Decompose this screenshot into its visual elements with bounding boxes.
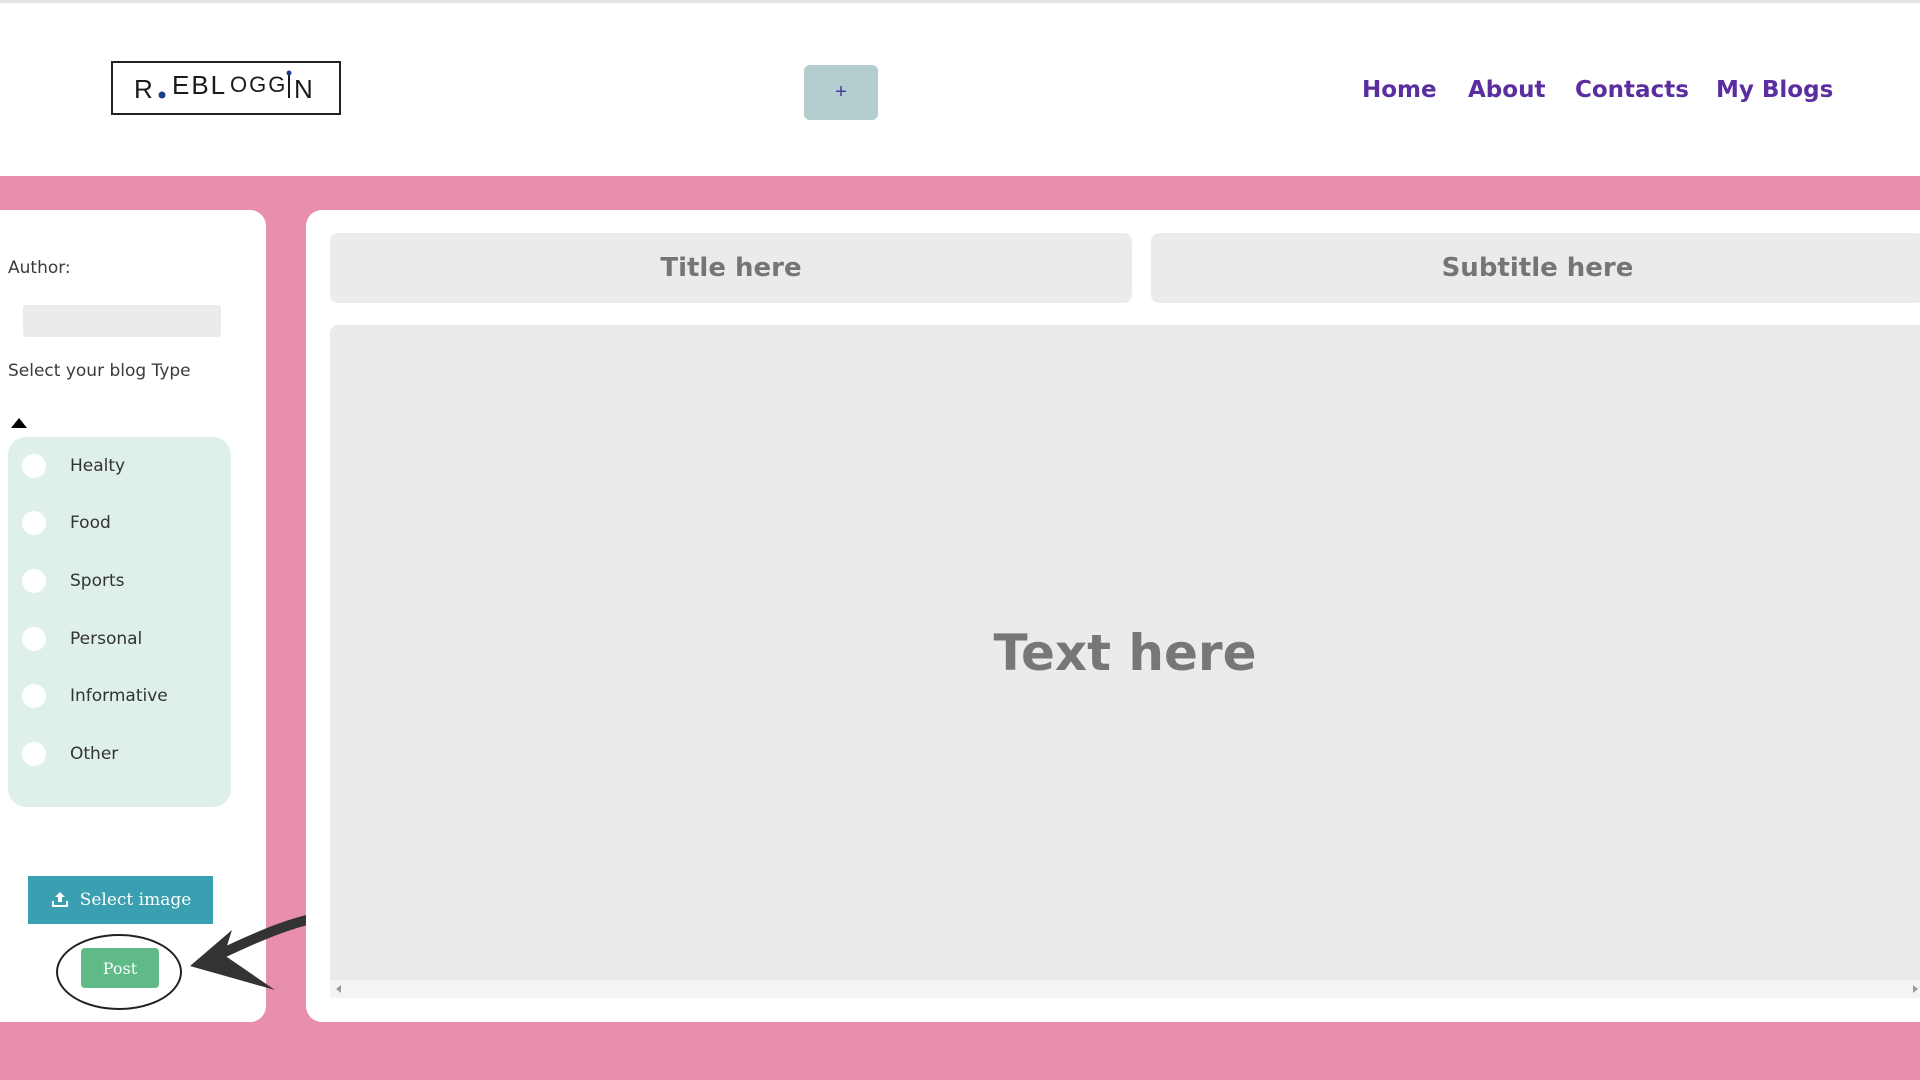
nav-about[interactable]: About (1468, 77, 1545, 103)
radio-button[interactable] (22, 742, 46, 766)
blog-type-label-informative: Informative (70, 686, 168, 706)
text-placeholder: Text here (993, 623, 1257, 682)
chevron-up-icon[interactable] (11, 418, 27, 428)
blog-type-label-sports: Sports (70, 571, 125, 591)
blog-type-option[interactable]: Informative (22, 681, 222, 711)
blog-type-label-healty: Healty (70, 456, 126, 476)
nav-contacts[interactable]: Contacts (1575, 77, 1689, 103)
radio-button[interactable] (22, 684, 46, 708)
blog-type-option[interactable]: Sports (22, 566, 222, 596)
blog-type-label: Select your blog Type (8, 361, 191, 381)
text-editor[interactable]: Text here (330, 325, 1920, 980)
radio-button[interactable] (22, 454, 46, 478)
scroll-right-icon[interactable] (1913, 985, 1918, 993)
blog-type-label-other: Other (70, 744, 119, 764)
radio-button[interactable] (22, 511, 46, 535)
select-image-label: Select image (79, 890, 192, 910)
horizontal-scrollbar[interactable] (330, 980, 1920, 998)
nav-home[interactable]: Home (1362, 77, 1437, 103)
main-nav: Home About Contacts My Blogs (0, 77, 1920, 111)
author-label: Author: (8, 258, 71, 278)
upload-icon (51, 892, 68, 907)
blog-type-label-personal: Personal (70, 629, 143, 649)
blog-type-option[interactable]: Food (22, 508, 222, 538)
radio-button[interactable] (22, 569, 46, 593)
author-input[interactable] (23, 305, 221, 337)
blog-type-option[interactable]: Other (22, 739, 222, 769)
title-input[interactable] (330, 233, 1132, 303)
subtitle-input[interactable] (1151, 233, 1920, 303)
blog-type-label-food: Food (70, 513, 111, 533)
radio-button[interactable] (22, 627, 46, 651)
highlight-circle (56, 934, 182, 1010)
header: R EBL OGG N + Home About Contacts My Blo… (0, 0, 1920, 176)
nav-my-blogs[interactable]: My Blogs (1716, 77, 1833, 103)
scroll-left-icon[interactable] (336, 985, 341, 993)
blog-type-option[interactable]: Personal (22, 624, 222, 654)
blog-type-option[interactable]: Healty (22, 451, 222, 481)
